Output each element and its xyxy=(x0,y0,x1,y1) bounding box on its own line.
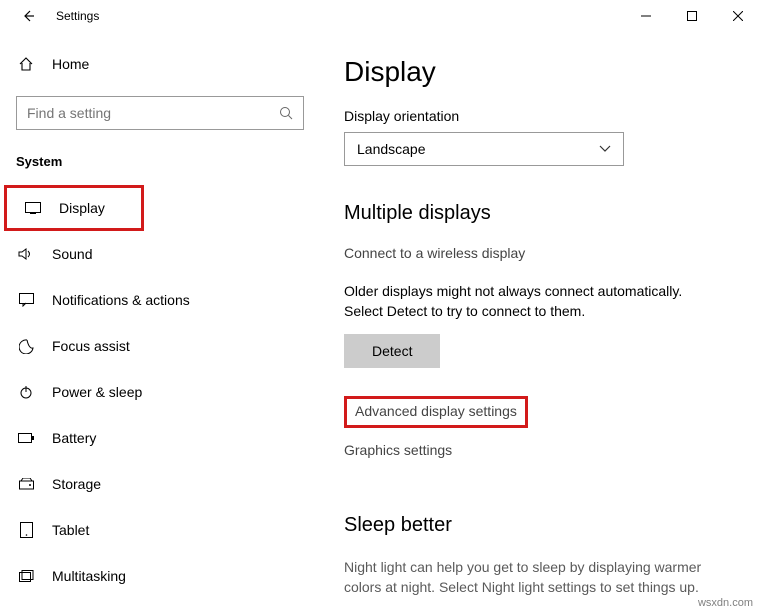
watermark: wsxdn.com xyxy=(698,597,753,609)
home-icon xyxy=(16,56,36,72)
storage-icon xyxy=(16,478,36,490)
sidebar-item-label: Sound xyxy=(52,246,92,262)
title-bar: Settings xyxy=(0,0,761,32)
advanced-display-link[interactable]: Advanced display settings xyxy=(344,396,528,428)
search-box[interactable] xyxy=(16,96,304,130)
window-title: Settings xyxy=(56,9,99,23)
sidebar-item-label: Storage xyxy=(52,476,101,492)
sidebar-item-label: Notifications & actions xyxy=(52,292,190,308)
orientation-label: Display orientation xyxy=(344,108,729,124)
multiple-displays-heading: Multiple displays xyxy=(344,202,729,225)
back-button[interactable] xyxy=(16,0,40,32)
sidebar-item-notifications[interactable]: Notifications & actions xyxy=(0,277,320,323)
focus-assist-icon xyxy=(16,339,36,354)
sidebar-item-label: Battery xyxy=(52,430,96,446)
detect-button[interactable]: Detect xyxy=(344,334,440,368)
sidebar-item-label: Power & sleep xyxy=(52,384,142,400)
connect-wireless-link[interactable]: Connect to a wireless display xyxy=(344,245,525,261)
orientation-value: Landscape xyxy=(357,141,426,157)
sidebar-item-power-sleep[interactable]: Power & sleep xyxy=(0,369,320,415)
power-icon xyxy=(16,385,36,399)
sidebar-item-focus-assist[interactable]: Focus assist xyxy=(0,323,320,369)
maximize-button[interactable] xyxy=(669,0,715,32)
battery-icon xyxy=(16,433,36,443)
sidebar: Home System Display Sound Notifications … xyxy=(0,32,320,615)
display-icon xyxy=(23,202,43,214)
sound-icon xyxy=(16,247,36,261)
graphics-settings-link[interactable]: Graphics settings xyxy=(344,442,452,458)
search-input[interactable] xyxy=(27,105,279,121)
minimize-button[interactable] xyxy=(623,0,669,32)
window-controls xyxy=(623,0,761,32)
chevron-down-icon xyxy=(599,145,611,153)
sidebar-item-battery[interactable]: Battery xyxy=(0,415,320,461)
orientation-select[interactable]: Landscape xyxy=(344,132,624,166)
sidebar-item-multitasking[interactable]: Multitasking xyxy=(0,553,320,599)
tablet-icon xyxy=(16,522,36,538)
sidebar-section: System xyxy=(0,146,320,185)
sidebar-item-display[interactable]: Display xyxy=(4,185,144,231)
close-button[interactable] xyxy=(715,0,761,32)
sidebar-item-label: Display xyxy=(59,200,105,216)
sidebar-home-label: Home xyxy=(52,56,89,72)
notifications-icon xyxy=(16,293,36,307)
sleep-better-heading: Sleep better xyxy=(344,514,729,537)
multitasking-icon xyxy=(16,570,36,582)
sidebar-item-label: Multitasking xyxy=(52,568,126,584)
sidebar-item-storage[interactable]: Storage xyxy=(0,461,320,507)
sidebar-item-label: Tablet xyxy=(52,522,89,538)
older-displays-text: Older displays might not always connect … xyxy=(344,281,724,322)
sidebar-item-sound[interactable]: Sound xyxy=(0,231,320,277)
sidebar-home[interactable]: Home xyxy=(0,40,320,88)
search-icon xyxy=(279,106,293,120)
sleep-better-text: Night light can help you get to sleep by… xyxy=(344,557,724,598)
sidebar-item-label: Focus assist xyxy=(52,338,130,354)
sidebar-item-tablet[interactable]: Tablet xyxy=(0,507,320,553)
page-title: Display xyxy=(344,56,729,88)
content-area: Display Display orientation Landscape Mu… xyxy=(320,32,761,615)
